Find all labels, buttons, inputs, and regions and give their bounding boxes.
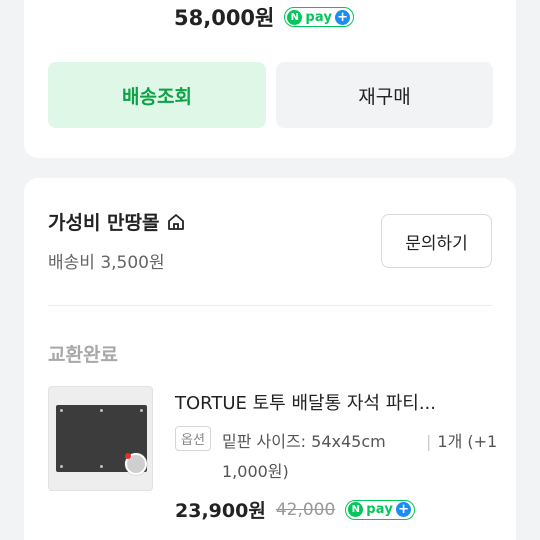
store-name: 가성비 만땅몰: [48, 212, 160, 234]
quantity-extra-price: 1,000원): [222, 462, 289, 481]
product-name[interactable]: TORTUE 토투 배달통 자석 파티...: [175, 389, 436, 415]
order-2-price: 23,900원: [175, 500, 266, 522]
reorder-button[interactable]: 재구매: [276, 62, 493, 128]
board-screw: [100, 409, 103, 412]
npay-logo: N pay +: [284, 7, 355, 27]
npay-n-mark: N: [348, 502, 364, 517]
board-screw: [60, 409, 63, 412]
quantity-text: 1개 (+1: [437, 432, 498, 451]
order-1-price-line: 58,000원 N pay +: [174, 2, 355, 32]
npay-plus-icon: +: [396, 502, 412, 517]
track-delivery-button[interactable]: 배송조회: [48, 62, 266, 128]
inquiry-button[interactable]: 문의하기: [381, 214, 492, 268]
store-link[interactable]: 가성비 만땅몰: [48, 208, 186, 235]
order-status: 교환완료: [48, 344, 118, 366]
board-screw: [60, 465, 63, 468]
npay-pay-text: pay: [366, 502, 394, 517]
npay-n-mark: N: [287, 9, 303, 25]
shipping-fee: 배송비 3,500원: [48, 253, 165, 273]
board-screw: [100, 465, 103, 468]
order-card-2: 가성비 만땅몰 배송비 3,500원 문의하기 교환완료 TORTUE 토투 배…: [24, 178, 516, 540]
option-badge: 옵션: [175, 426, 211, 451]
order-1-price: 58,000원: [174, 6, 275, 30]
home-icon: [167, 213, 184, 230]
product-image-magnet: [125, 453, 147, 475]
magnet-red-dot: [125, 453, 131, 459]
divider: [48, 305, 492, 306]
option-text: 밑판 사이즈: 54x45cm: [222, 432, 386, 451]
quantity: | 1개 (+1: [426, 428, 497, 452]
order-2-price-line: 23,900원 42,000 N pay +: [175, 496, 416, 523]
npay-logo: N pay +: [345, 499, 416, 520]
original-price: 42,000: [275, 499, 336, 520]
order-card-1: 58,000원 N pay + 배송조회 재구매: [24, 0, 516, 158]
npay-pay-text: pay: [305, 9, 333, 25]
board-screw: [140, 409, 143, 412]
product-thumbnail[interactable]: [48, 386, 153, 491]
npay-plus-icon: +: [335, 9, 351, 25]
quantity-separator: |: [426, 432, 432, 451]
